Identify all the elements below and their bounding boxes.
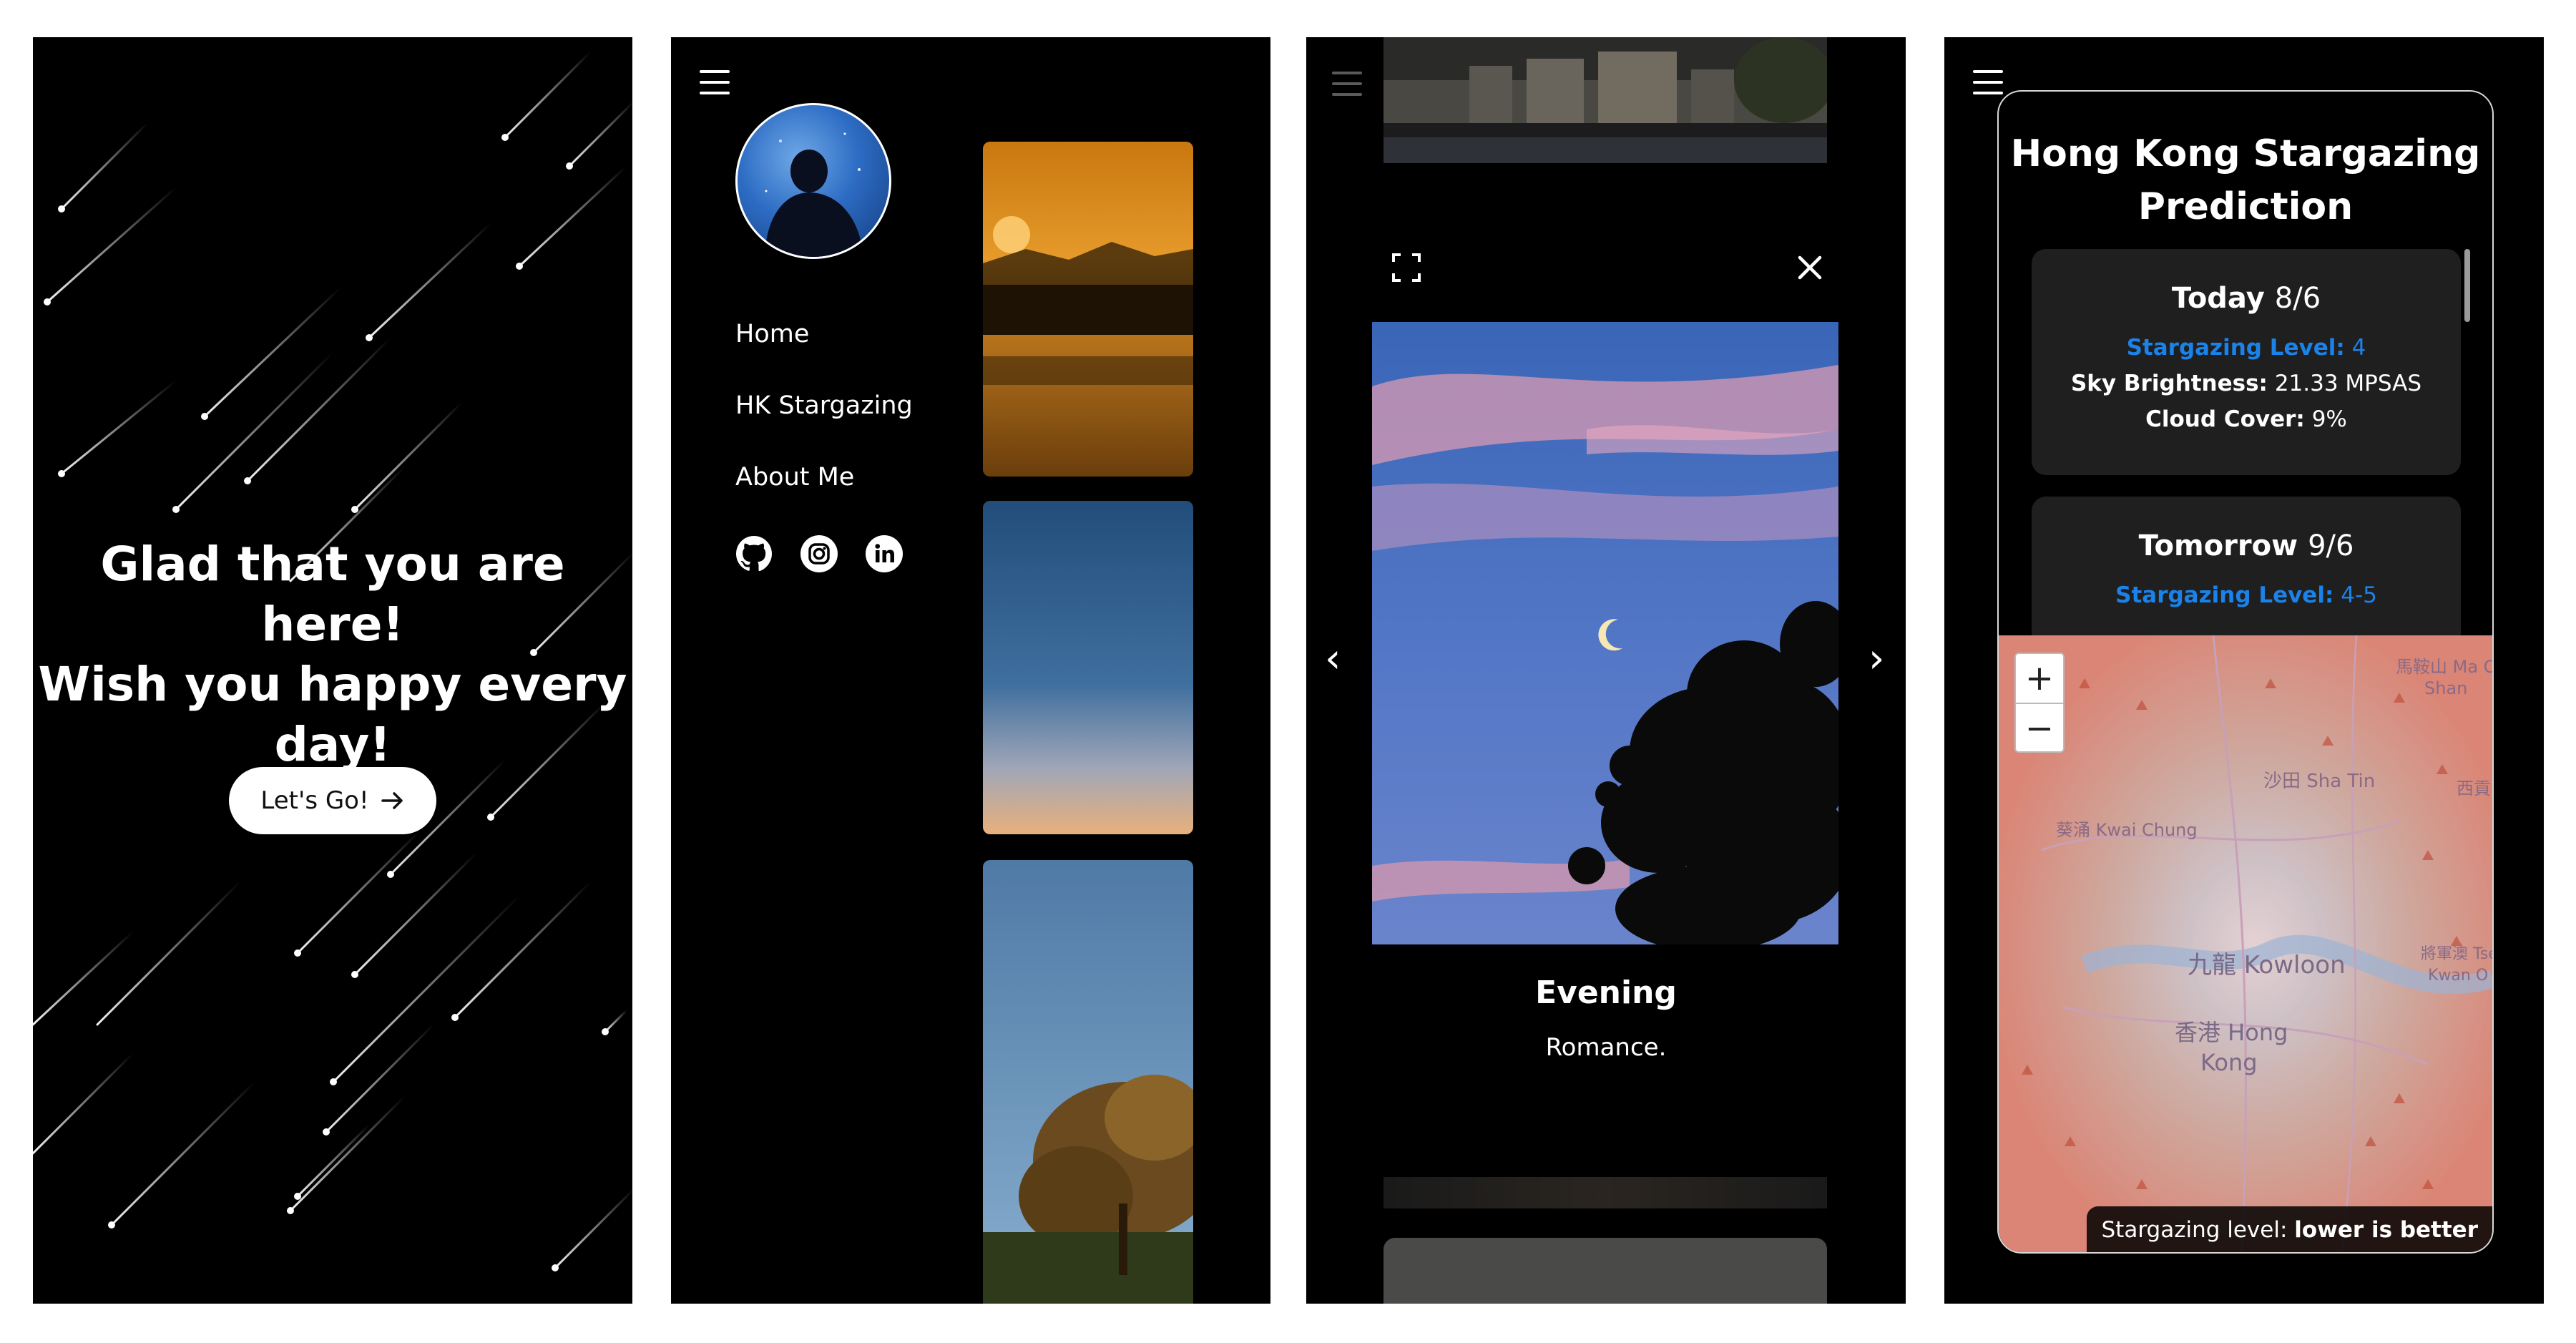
forecast-card-today: Today 8/6 Stargazing Level: 4 Sky Brightn… [2032,249,2461,475]
landing-screen: Glad that you are here! Wish you happy e… [33,37,632,1304]
arrow-right-icon [381,792,403,809]
map-label: 將軍澳 Tseu [2421,945,2492,963]
sunset-lake-image [983,142,1193,477]
hamburger-menu-icon[interactable] [1332,72,1362,96]
hamburger-menu-icon[interactable] [700,70,730,94]
map-label: Kwan O [2428,967,2488,985]
stargazing-map[interactable]: 馬鞍山 Ma On Shan 沙田 Sha Tin 葵涌 Kwai Chung … [1999,635,2492,1252]
map-label: 九龍 Kowloon [2188,951,2346,980]
avatar [735,103,891,259]
stargazing-level: Stargazing Level: 4-5 [2115,582,2377,608]
hamburger-menu-icon[interactable] [1973,70,2003,94]
twilight-sky-image [983,501,1193,834]
forecast-day: Tomorrow 9/6 [2032,529,2461,562]
title-line: Prediction [2137,185,2354,228]
lets-go-label: Let's Go! [260,786,369,815]
stargazing-widget: Hong Kong Stargazing Prediction Today 8/6… [1997,90,2494,1254]
legend-value: lower is better [2294,1217,2478,1243]
next-arrow-icon[interactable]: › [1869,635,1884,682]
map-label: 西貢 Sa [2457,778,2492,799]
day-date: 8/6 [2274,282,2321,315]
stargazing-level: Stargazing Level: 4 [2126,335,2366,361]
photo-title: Evening [1535,975,1677,1011]
forecast-day: Today 8/6 [2032,282,2461,315]
instagram-icon[interactable] [799,534,839,574]
day-date: 9/6 [2308,529,2354,562]
map-legend: Stargazing level: lower is better [2087,1206,2492,1252]
headline-line: Glad that you are here! [100,537,565,652]
evening-moon-photo [1372,322,1838,944]
day-name: Today [2171,282,2265,315]
zoom-out-button[interactable]: − [2016,704,2063,753]
linkedin-icon[interactable] [864,534,904,574]
gallery-photo-sunset[interactable] [983,142,1193,477]
lets-go-button[interactable]: Let's Go! [229,767,436,834]
forecast-scrollbar[interactable] [2464,249,2470,322]
close-icon[interactable] [1793,250,1827,285]
previous-arrow-icon[interactable]: ‹ [1325,635,1341,682]
fullscreen-icon[interactable] [1389,250,1424,285]
map-zoom-control: + − [2014,653,2065,753]
day-name: Tomorrow [2138,529,2298,562]
nav-link-hk-stargazing[interactable]: HK Stargazing [735,391,913,420]
stargazing-screen: Hong Kong Stargazing Prediction Today 8/6… [1944,37,2544,1304]
map-tiles: 馬鞍山 Ma On Shan 沙田 Sha Tin 葵涌 Kwai Chung … [1999,635,2492,1252]
nav-link-about-me[interactable]: About Me [735,463,854,492]
nav-link-home[interactable]: Home [735,320,809,348]
map-label: 香港 Hong [2175,1019,2288,1046]
photo-subtitle: Romance. [1545,1033,1667,1062]
map-label: 馬鞍山 Ma On [2396,657,2492,677]
headline-line: Wish you happy every [38,657,627,712]
cloud-cover: Cloud Cover: 9% [2145,406,2347,432]
background-city-photo [1384,37,1827,163]
gallery-photo-twilight[interactable] [983,501,1193,834]
legend-prefix: Stargazing level: [2101,1217,2288,1243]
silhouette-image [765,132,863,257]
map-label: 葵涌 Kwai Chung [2056,820,2198,840]
gallery-photo-tree[interactable] [983,860,1193,1304]
tree-sky-image [983,860,1193,1304]
map-label: Shan [2424,678,2467,698]
gallery-strip-photo [1384,1177,1827,1208]
zoom-in-button[interactable]: + [2016,654,2063,704]
gallery-card-photo [1384,1238,1827,1304]
welcome-headline: Glad that you are here! Wish you happy e… [33,534,632,775]
title-line: Hong Kong Stargazing [2010,132,2481,175]
github-icon[interactable] [734,534,774,574]
widget-title: Hong Kong Stargazing Prediction [1999,127,2492,233]
lightbox-screen: ‹ › Evening Romance. [1306,37,1906,1304]
headline-line: day! [274,717,391,772]
menu-screen: Home HK Stargazing About Me [671,37,1270,1304]
map-label: 沙田 Sha Tin [2263,771,2375,792]
sky-brightness: Sky Brightness: 21.33 MPSAS [2070,371,2421,396]
map-label: Kong [2200,1049,2258,1076]
